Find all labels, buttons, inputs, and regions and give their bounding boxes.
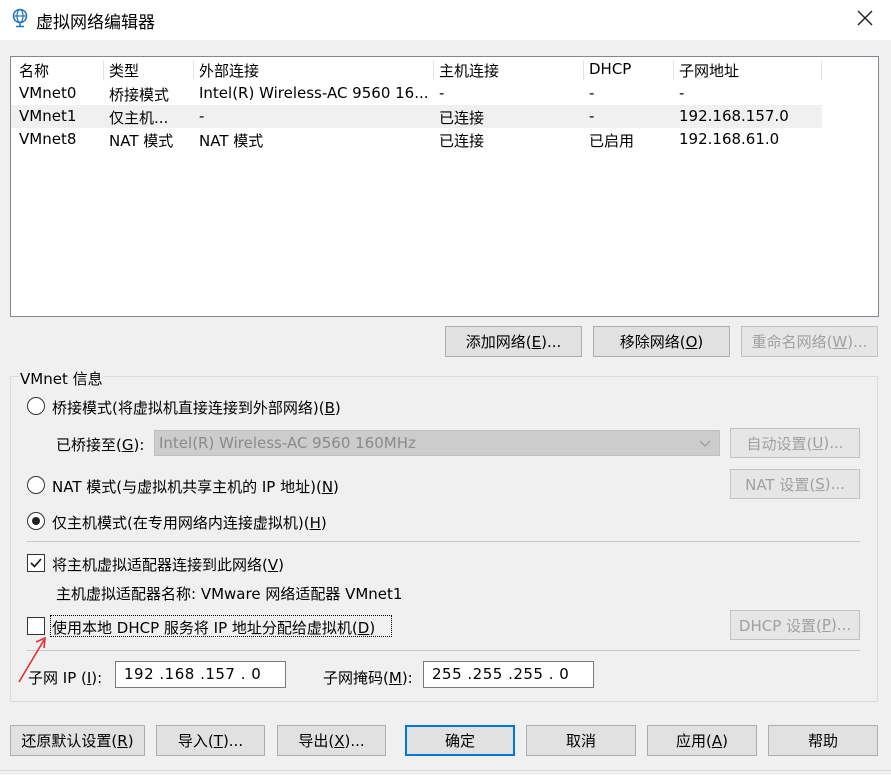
chevron-down-icon bbox=[699, 440, 711, 447]
cell-type: 仅主机... bbox=[109, 109, 169, 127]
ok-button[interactable]: 确定 bbox=[405, 725, 515, 756]
subnet-mask-input[interactable]: 255 .255 .255 . 0 bbox=[423, 661, 594, 688]
cell-name: VMnet0 bbox=[19, 84, 77, 102]
globe-network-icon bbox=[12, 8, 28, 28]
dhcp-settings-button[interactable]: DHCP 设置(P)... bbox=[730, 610, 860, 640]
cell-dhcp: 已启用 bbox=[589, 132, 635, 150]
host-only-mode-label[interactable]: 仅主机模式(在专用网络内连接虚拟机)(H) bbox=[52, 512, 327, 533]
nat-settings-button[interactable]: NAT 设置(S)... bbox=[730, 469, 860, 499]
remove-network-button[interactable]: 移除网络(O) bbox=[593, 326, 730, 357]
add-network-button[interactable]: 添加网络(E)... bbox=[445, 326, 582, 357]
restore-defaults-button[interactable]: 还原默认设置(R) bbox=[10, 725, 145, 756]
cancel-button[interactable]: 取消 bbox=[526, 725, 636, 756]
cell-dhcp: - bbox=[589, 107, 595, 125]
adapter-name-text: 主机虚拟适配器名称: VMware 网络适配器 VMnet1 bbox=[56, 585, 403, 603]
title-bar: 虚拟网络编辑器 bbox=[0, 0, 891, 40]
auto-settings-button[interactable]: 自动设置(U)... bbox=[730, 428, 860, 458]
vmnet-info-group bbox=[10, 376, 878, 702]
subnet-mask-label: 子网掩码(M): bbox=[323, 669, 413, 687]
column-header-external[interactable]: 外部连接 bbox=[199, 60, 259, 81]
connect-adapter-checkbox[interactable] bbox=[27, 554, 45, 572]
cell-type: NAT 模式 bbox=[109, 132, 174, 150]
column-header-type[interactable]: 类型 bbox=[109, 60, 139, 81]
help-button[interactable]: 帮助 bbox=[768, 725, 878, 756]
nat-mode-radio[interactable] bbox=[27, 476, 45, 494]
host-only-mode-radio[interactable] bbox=[27, 512, 45, 530]
cell-subnet: - bbox=[679, 84, 685, 102]
table-row[interactable]: VMnet0 桥接模式 Intel(R) Wireless-AC 9560 16… bbox=[11, 82, 822, 105]
cell-host: 已连接 bbox=[439, 132, 485, 150]
window-bottom-edge bbox=[0, 770, 891, 771]
column-header-dhcp[interactable]: DHCP bbox=[589, 60, 631, 78]
network-list[interactable]: 名称 类型 外部连接 主机连接 DHCP 子网地址 VMnet0 桥接模式 In… bbox=[10, 56, 879, 317]
table-row[interactable]: VMnet8 NAT 模式 NAT 模式 已连接 已启用 192.168.61.… bbox=[11, 128, 822, 151]
cell-subnet: 192.168.61.0 bbox=[679, 130, 780, 148]
cell-type: 桥接模式 bbox=[109, 86, 170, 104]
table-row-selected[interactable]: VMnet1 仅主机... - 已连接 - 192.168.157.0 bbox=[11, 105, 822, 128]
annotation-arrow-icon bbox=[18, 636, 46, 683]
window-title: 虚拟网络编辑器 bbox=[36, 13, 155, 33]
cell-host: 已连接 bbox=[439, 109, 485, 127]
checkmark-icon bbox=[30, 558, 42, 568]
export-button[interactable]: 导出(X)... bbox=[277, 725, 386, 756]
column-header-host[interactable]: 主机连接 bbox=[439, 60, 499, 81]
bridged-mode-label[interactable]: 桥接模式(将虚拟机直接连接到外部网络)(B) bbox=[52, 397, 341, 418]
subnet-ip-input[interactable]: 192 .168 .157 . 0 bbox=[115, 661, 286, 688]
bridged-adapter-select[interactable]: Intel(R) Wireless-AC 9560 160MHz bbox=[154, 430, 720, 456]
rename-network-button[interactable]: 重命名网络(W)... bbox=[741, 326, 878, 357]
column-header-name[interactable]: 名称 bbox=[19, 60, 49, 81]
nat-mode-label[interactable]: NAT 模式(与虚拟机共享主机的 IP 地址)(N) bbox=[52, 476, 339, 497]
use-dhcp-label[interactable]: 使用本地 DHCP 服务将 IP 地址分配给虚拟机(D) bbox=[52, 617, 375, 638]
connect-adapter-label[interactable]: 将主机虚拟适配器连接到此网络(V) bbox=[52, 554, 284, 575]
list-header: 名称 类型 外部连接 主机连接 DHCP 子网地址 bbox=[11, 58, 822, 81]
column-header-subnet[interactable]: 子网地址 bbox=[679, 60, 739, 81]
cell-dhcp: - bbox=[589, 84, 595, 102]
cell-external: NAT 模式 bbox=[199, 132, 264, 150]
bridged-to-label: 已桥接至(G): bbox=[56, 436, 145, 454]
cell-name: VMnet1 bbox=[19, 107, 77, 125]
cell-subnet: 192.168.157.0 bbox=[679, 107, 789, 125]
cell-external: - bbox=[199, 107, 205, 125]
cell-name: VMnet8 bbox=[19, 130, 77, 148]
import-button[interactable]: 导入(T)... bbox=[156, 725, 265, 756]
divider bbox=[27, 541, 860, 542]
bridged-mode-radio[interactable] bbox=[27, 397, 45, 415]
cell-host: - bbox=[439, 84, 445, 102]
apply-button[interactable]: 应用(A) bbox=[647, 725, 757, 756]
vmnet-info-label: VMnet 信息 bbox=[19, 368, 104, 389]
close-icon[interactable] bbox=[853, 6, 877, 30]
cell-external: Intel(R) Wireless-AC 9560 16... bbox=[199, 84, 429, 102]
divider bbox=[27, 650, 860, 651]
